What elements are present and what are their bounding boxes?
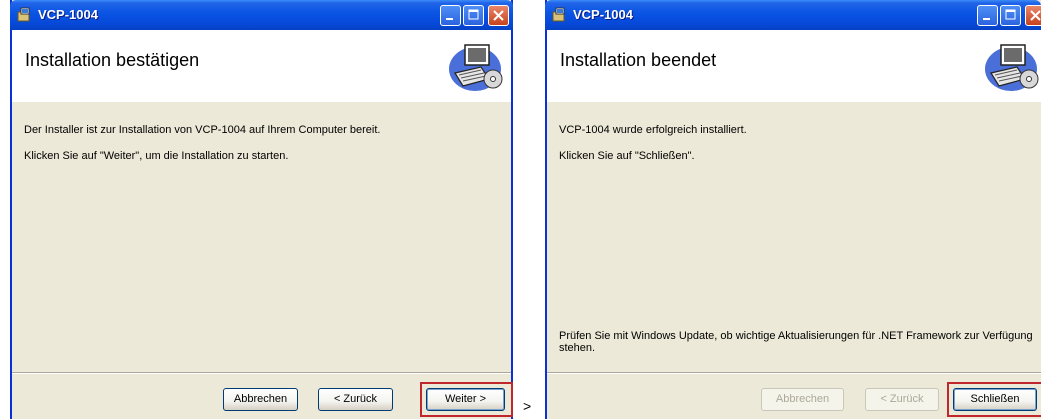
header-divider [12,101,511,102]
page-title: Installation beendet [560,50,717,70]
title-bar[interactable]: VCP-1004 [545,0,1041,30]
dialog-header: Installation bestätigen [12,30,511,102]
next-button-highlight [420,382,513,417]
footer-divider [12,372,511,374]
minimize-icon [446,18,453,20]
installer-app-icon [552,7,565,22]
instruction-message: Klicken Sie auf "Schließen". [559,150,695,162]
dialog-header: Installation beendet [547,30,1041,102]
close-window-button[interactable] [488,5,509,26]
minimize-button[interactable] [977,5,998,26]
installer-window-confirm: VCP-1004 Installation bestätigen Der Ins… [10,0,513,419]
page-title: Installation bestätigen [25,50,200,70]
cancel-button[interactable]: Abbrechen [223,388,298,411]
close-icon [493,10,504,21]
close-window-button[interactable] [1025,5,1041,26]
header-divider [547,101,1041,102]
title-bar[interactable]: VCP-1004 [10,0,513,30]
computer-setup-icon [449,44,503,91]
window-title: VCP-1004 [573,7,633,22]
ready-message: Der Installer ist zur Installation von V… [24,124,381,136]
instruction-message: Klicken Sie auf "Weiter", um die Install… [24,150,289,162]
window-title: VCP-1004 [38,7,98,22]
installer-window-finished: VCP-1004 Installation beendet VCP-1004 w… [545,0,1041,419]
back-button[interactable]: < Zurück [318,388,393,411]
close-icon [1030,10,1041,21]
close-button-highlight [947,382,1041,417]
cancel-button[interactable]: Abbrechen [761,388,844,411]
maximize-button[interactable] [1000,5,1021,26]
back-button[interactable]: < Zurück [865,388,939,411]
minimize-icon [983,18,990,20]
installer-app-icon [17,7,30,22]
footer-divider [547,372,1041,374]
maximize-button[interactable] [463,5,484,26]
success-message: VCP-1004 wurde erfolgreich installiert. [559,124,747,136]
computer-setup-icon [985,44,1039,91]
minimize-button[interactable] [440,5,461,26]
maximize-icon [1005,9,1016,20]
windows-update-note: Prüfen Sie mit Windows Update, ob wichti… [559,330,1033,354]
step-arrow: > [523,398,532,414]
maximize-icon [468,9,479,20]
